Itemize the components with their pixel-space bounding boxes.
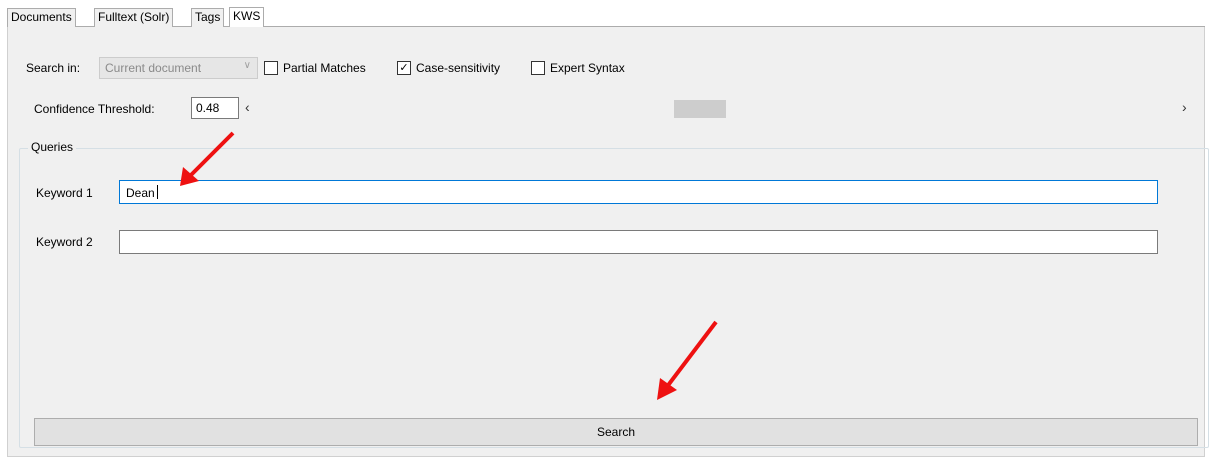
keyword-2-label: Keyword 2 [36, 235, 93, 249]
queries-group-label: Queries [28, 140, 77, 154]
threshold-slider-thumb[interactable] [674, 100, 726, 118]
chevron-right-icon[interactable]: › [1182, 99, 1187, 115]
confidence-threshold-field[interactable]: 0.48 [191, 97, 239, 119]
chevron-left-icon[interactable]: ‹ [245, 99, 250, 115]
case-sensitivity-checkbox[interactable]: ✓ [397, 61, 411, 75]
partial-matches-label: Partial Matches [283, 61, 366, 75]
tab-bar: Documents Fulltext (Solr) Tags KWS [7, 7, 1205, 28]
keyword-1-label: Keyword 1 [36, 186, 93, 200]
tab-fulltext-solr[interactable]: Fulltext (Solr) [94, 8, 174, 27]
checkmark-icon: ✓ [399, 62, 409, 74]
search-in-dropdown[interactable]: Current document ∨ [99, 57, 258, 79]
partial-matches-checkbox[interactable] [264, 61, 278, 75]
expert-syntax-checkbox[interactable] [531, 61, 545, 75]
tab-kws[interactable]: KWS [229, 7, 265, 28]
tab-tags[interactable]: Tags [191, 8, 225, 27]
search-in-value: Current document [105, 61, 202, 75]
chevron-down-icon: ∨ [243, 60, 251, 71]
expert-syntax-label: Expert Syntax [550, 61, 625, 75]
search-in-label: Search in: [26, 61, 81, 75]
confidence-threshold-label: Confidence Threshold: [34, 102, 155, 116]
keyword-2-input[interactable] [119, 230, 1158, 254]
case-sensitivity-label: Case-sensitivity [416, 61, 501, 75]
keyword-1-input[interactable]: Dean [119, 180, 1158, 204]
text-caret [156, 185, 158, 199]
tab-documents[interactable]: Documents [7, 8, 76, 27]
kws-panel: Search in: Current document ∨ Partial Ma… [7, 27, 1209, 457]
keyword-1-value: Dean [126, 186, 155, 200]
search-button[interactable]: Search [34, 418, 1198, 446]
